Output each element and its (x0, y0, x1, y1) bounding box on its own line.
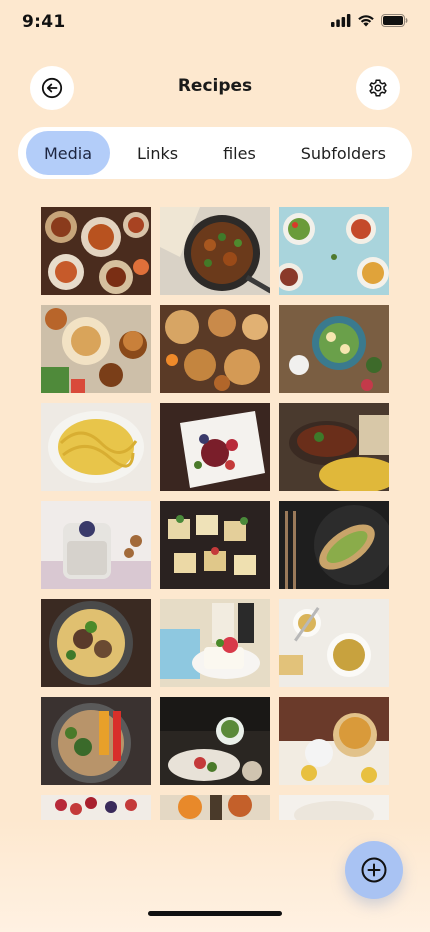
media-thumbnail[interactable] (279, 501, 389, 589)
header: Recipes (0, 62, 430, 112)
media-thumbnail[interactable] (279, 305, 389, 393)
media-thumbnail[interactable] (41, 207, 151, 295)
media-thumbnail[interactable] (160, 697, 270, 785)
media-thumbnail[interactable] (279, 795, 389, 821)
media-thumbnail[interactable] (41, 697, 151, 785)
media-thumbnail[interactable] (41, 403, 151, 491)
tab-links[interactable]: Links (119, 131, 196, 175)
media-thumbnail[interactable] (160, 403, 270, 491)
tab-subfolders[interactable]: Subfolders (283, 131, 404, 175)
tab-files[interactable]: files (205, 131, 274, 175)
tab-media[interactable]: Media (26, 131, 111, 175)
status-icons (331, 14, 408, 27)
media-thumbnail[interactable] (279, 599, 389, 687)
media-thumbnail[interactable] (41, 795, 151, 821)
media-thumbnail[interactable] (279, 697, 389, 785)
media-thumbnail[interactable] (279, 403, 389, 491)
media-grid (41, 207, 389, 821)
media-thumbnail[interactable] (160, 599, 270, 687)
media-thumbnail[interactable] (160, 501, 270, 589)
media-thumbnail[interactable] (279, 207, 389, 295)
add-circle-icon (361, 857, 387, 883)
tab-bar: Media Links files Subfolders (18, 127, 412, 179)
status-time: 9:41 (22, 12, 66, 32)
media-thumbnail[interactable] (41, 599, 151, 687)
gear-icon (369, 79, 387, 97)
settings-button[interactable] (356, 66, 400, 110)
media-thumbnail[interactable] (160, 305, 270, 393)
media-thumbnail[interactable] (160, 795, 270, 821)
signal-icon (331, 14, 351, 27)
add-button[interactable] (345, 841, 403, 899)
wifi-icon (358, 15, 374, 27)
status-bar: 9:41 (0, 0, 430, 48)
home-indicator (148, 911, 282, 916)
media-thumbnail[interactable] (160, 207, 270, 295)
battery-icon (381, 14, 408, 27)
media-thumbnail[interactable] (41, 305, 151, 393)
media-thumbnail[interactable] (41, 501, 151, 589)
